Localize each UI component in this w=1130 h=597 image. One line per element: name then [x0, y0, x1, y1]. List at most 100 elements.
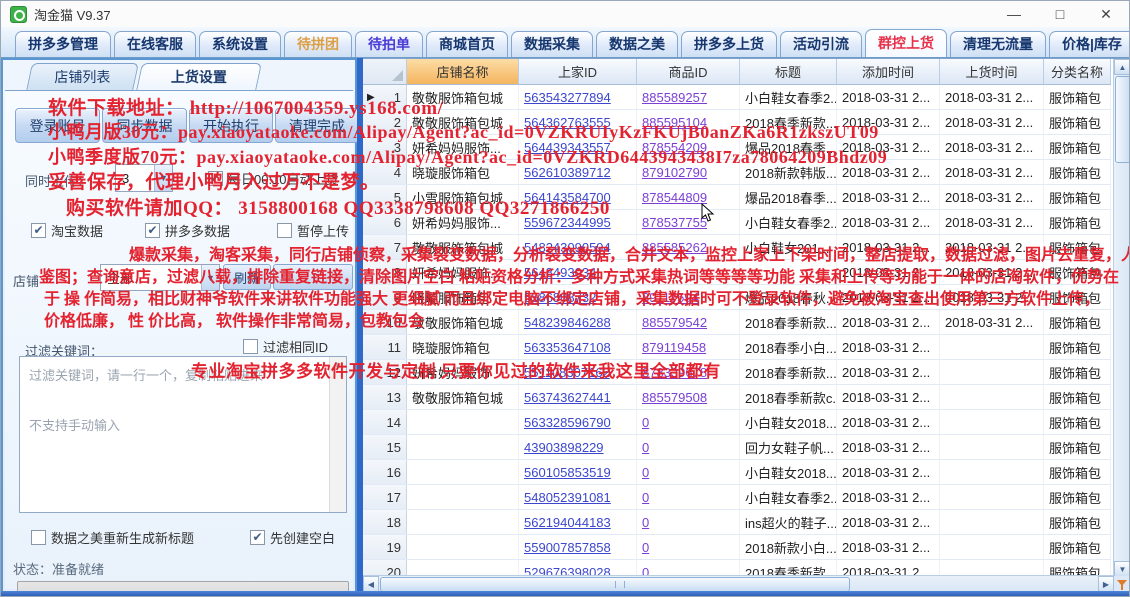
seller-id-link[interactable]: 43903898229 [524, 440, 604, 455]
table-row[interactable]: 165601058535190小白鞋女2018...2018-03-31 2..… [363, 460, 1111, 485]
shop-select[interactable]: 全部 ▼ [100, 264, 220, 291]
table-row[interactable]: 9晓璇服饰箱包558680873289117594爆品2018春秋...2018… [363, 285, 1111, 310]
seller-id-link[interactable]: 563328596790 [524, 415, 611, 430]
seller-id-link[interactable]: 551108307162 [524, 365, 610, 380]
main-tab-11[interactable]: 群控上货 [865, 29, 947, 57]
seller-id-link[interactable]: 548052391081 [524, 490, 611, 505]
seller-id-link[interactable]: 563353647108 [524, 340, 611, 355]
column-header-7[interactable]: 分类名称 [1044, 59, 1111, 85]
table-row[interactable]: 175480523910810小白鞋女春季2...2018-03-31 2...… [363, 485, 1111, 510]
product-id-link[interactable]: 0 [642, 465, 649, 480]
table-row[interactable]: 6妍希妈妈服饰...559672344995878537755小白鞋女春季2..… [363, 210, 1111, 235]
taobao-data-checkbox[interactable]: 淘宝数据 [31, 221, 103, 240]
main-tab-12[interactable]: 清理无流量 [950, 31, 1046, 57]
column-header-1[interactable]: 店铺名称 [407, 59, 519, 85]
table-row[interactable]: 1955900785785802018新款小白...2018-03-31 2..… [363, 535, 1111, 560]
pause-upload-checkbox[interactable]: 暂停上传 [277, 221, 349, 240]
column-header-5[interactable]: 添加时间 [837, 59, 940, 85]
table-vertical-scrollbar[interactable]: ▲ ▼ [1113, 59, 1130, 577]
product-id-link[interactable]: 878554209 [642, 140, 707, 155]
main-tab-1[interactable]: 拼多多管理 [15, 31, 111, 57]
table-row[interactable]: 4晓璇服饰箱包5626103897128791027902018新款韩版...2… [363, 160, 1111, 185]
tab-shop-list[interactable]: 店铺列表 [26, 63, 139, 91]
product-id-link[interactable]: 878537755 [642, 215, 707, 230]
table-row[interactable]: 3妍希妈妈服饰...564439343557878554209爆品2018春季.… [363, 135, 1111, 160]
seller-id-link[interactable]: 564439343557 [524, 140, 611, 155]
vertical-scroll-thumb[interactable] [1115, 76, 1130, 163]
main-tab-10[interactable]: 活动引流 [780, 31, 862, 57]
seller-id-link[interactable]: 562194044183 [524, 515, 611, 530]
seller-id-link[interactable]: 563743627441 [524, 390, 611, 405]
product-id-link[interactable]: 0 [642, 440, 649, 455]
tab-upload-settings[interactable]: 上货设置 [136, 63, 262, 91]
product-id-link[interactable]: 878544809 [642, 190, 707, 205]
product-id-link[interactable]: 885589257 [642, 90, 707, 105]
seller-id-link[interactable]: 548239846288 [524, 315, 611, 330]
product-id-link[interactable]: 885579542 [642, 315, 707, 330]
filter-keywords-textarea[interactable]: 过滤关键词，请一行一个，复制粘贴进来 不支持手动输入 ▲ [19, 356, 347, 513]
product-id-link[interactable]: 0 [642, 515, 649, 530]
product-id-link[interactable]: 885585262 [642, 240, 707, 255]
seller-id-link[interactable]: 560105853519 [524, 465, 611, 480]
table-row[interactable]: 185621940441830ins超火的鞋子...2018-03-31 2..… [363, 510, 1111, 535]
sync-data-button[interactable]: 同步数据 [102, 108, 187, 143]
table-row[interactable]: 145633285967900小白鞋女2018...2018-03-31 2..… [363, 410, 1111, 435]
main-tab-6[interactable]: 商城首页 [426, 31, 508, 57]
table-row[interactable]: ▶1敬敬服饰箱包城563543277894885589257小白鞋女春季2...… [363, 85, 1111, 110]
product-id-link[interactable]: 0 [642, 540, 649, 555]
scroll-up-icon[interactable]: ▲ [1114, 59, 1130, 75]
product-id-link[interactable]: 0 [642, 415, 649, 430]
seller-id-link[interactable]: 562610389712 [524, 165, 611, 180]
select-all-cell[interactable] [363, 59, 407, 85]
table-row[interactable]: 2敬敬服饰箱包城5643627635558855951042018春季新款...… [363, 110, 1111, 135]
refresh-button[interactable]: 刷新 [223, 264, 271, 290]
main-tab-13[interactable]: 价格|库存 [1049, 31, 1130, 57]
main-tab-2[interactable]: 在线客服 [114, 31, 196, 57]
close-button[interactable]: ✕ [1083, 1, 1129, 27]
product-id-link[interactable]: 879119458 [642, 340, 706, 355]
table-row[interactable]: 8妍希妈妈服饰...56484930342018-03-31 2...2018-… [363, 260, 1111, 285]
scroll-down-icon[interactable]: ▼ [1114, 561, 1130, 577]
product-id-link[interactable]: 0 [642, 490, 649, 505]
minimize-button[interactable]: — [991, 1, 1037, 27]
create-blank-checkbox[interactable]: 先创建空白 [250, 528, 335, 547]
textarea-scrollbar[interactable]: ▲ [329, 357, 346, 512]
seller-id-link[interactable]: 563543277894 [524, 90, 611, 105]
seller-id-link[interactable]: 564362763555 [524, 115, 611, 130]
column-header-6[interactable]: 上货时间 [940, 59, 1044, 85]
table-row[interactable]: 7敬敬服饰箱包城548243090594885585262小白鞋女201...2… [363, 235, 1111, 260]
main-tab-3[interactable]: 系统设置 [199, 31, 281, 57]
main-tab-9[interactable]: 拼多多上货 [681, 31, 777, 57]
start-execute-button[interactable]: 开始执行 [189, 108, 273, 143]
filter-same-id-checkbox[interactable]: 过滤相同ID [243, 337, 328, 356]
main-tab-8[interactable]: 数据之美 [596, 31, 678, 57]
table-row[interactable]: 10敬敬服饰箱包城5482398462888855795422018春季新款..… [363, 310, 1111, 335]
seller-id-link[interactable]: 5586808732 [524, 290, 596, 305]
shop-extra-button[interactable] [273, 264, 353, 290]
upload-count-select[interactable]: 3 ▼ [115, 164, 173, 192]
clean-finish-button[interactable]: 清理完成 [275, 108, 359, 143]
product-id-link[interactable]: 879102790 [642, 165, 707, 180]
login-button[interactable]: 登录账号 [15, 108, 100, 143]
column-header-2[interactable]: 上家ID [519, 59, 637, 85]
table-row[interactable]: 13敬敬服饰箱包城5637436274418855795082018春季新款c.… [363, 385, 1111, 410]
seller-id-link[interactable]: 548243090594 [524, 240, 611, 255]
seller-id-link[interactable]: 5648493034 [524, 265, 596, 280]
pdd-data-checkbox[interactable]: 拼多多数据 [145, 221, 230, 240]
column-header-4[interactable]: 标题 [740, 59, 837, 85]
table-row[interactable]: 12妍希妈妈服饰5511083071628783396782018春季新款...… [363, 360, 1111, 385]
product-id-link[interactable]: 885595104 [642, 115, 707, 130]
product-id-link[interactable]: 89117594 [642, 290, 699, 305]
product-id-link[interactable]: 878339678 [642, 365, 707, 380]
regen-title-checkbox[interactable]: 数据之美重新生成新标题 [31, 528, 194, 547]
main-tab-5[interactable]: 待拍单 [355, 31, 423, 57]
seller-id-link[interactable]: 559007857858 [524, 540, 611, 555]
table-row[interactable]: 5小雪服饰箱包城564143584700878544809爆品2018春季...… [363, 185, 1111, 210]
maximize-button[interactable]: □ [1037, 1, 1083, 27]
table-row[interactable]: 15439038982290回力女鞋子帆...2018-03-31 2...服饰… [363, 435, 1111, 460]
main-tab-7[interactable]: 数据采集 [511, 31, 593, 57]
seller-id-link[interactable]: 564143584700 [524, 190, 611, 205]
horizontal-scroll-thumb[interactable] [380, 577, 850, 592]
table-row[interactable]: 11晓璇服饰箱包5633536471088791194582018春季小白...… [363, 335, 1111, 360]
column-header-3[interactable]: 商品ID [637, 59, 740, 85]
